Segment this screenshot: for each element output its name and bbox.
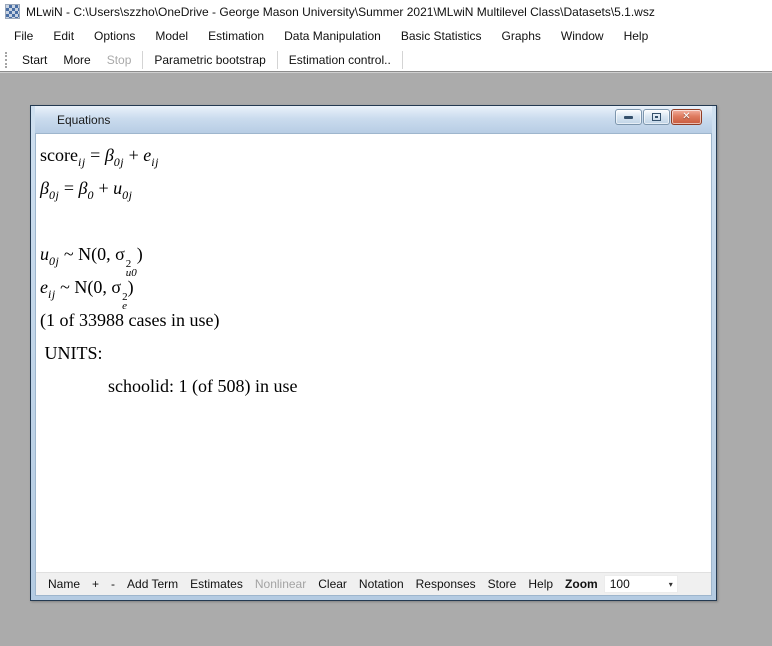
equation-line[interactable]: schoolid: 1 (of 508) in use <box>40 370 711 403</box>
zoom-value: 100 <box>610 577 630 591</box>
equations-toolbar: Name + - Add Term Estimates Nonlinear Cl… <box>36 572 711 595</box>
menu-edit[interactable]: Edit <box>43 25 84 47</box>
menu-graphs[interactable]: Graphs <box>492 25 551 47</box>
minimize-icon <box>624 116 633 119</box>
eq-nonlinear-button: Nonlinear <box>249 574 312 594</box>
toolbar-estimation-control-button[interactable]: Estimation control.. <box>281 50 399 70</box>
eq-store-button[interactable]: Store <box>482 574 523 594</box>
eq-zoom-label: Zoom <box>559 574 600 594</box>
toolbar-separator <box>142 51 143 69</box>
menu-estimation[interactable]: Estimation <box>198 25 274 47</box>
zoom-combobox[interactable]: 100 ▾ <box>604 575 678 593</box>
equation-line[interactable]: UNITS: <box>40 337 711 370</box>
equations-content: scoreij = β0j + eijβ0j = β0 + u0j u0j ~ N… <box>36 134 711 572</box>
toolbar-parametric-bootstrap-button[interactable]: Parametric bootstrap <box>146 50 273 70</box>
main-toolbar: Start More Stop Parametric bootstrap Est… <box>0 48 772 72</box>
eq-clear-button[interactable]: Clear <box>312 574 353 594</box>
equations-window-title: Equations <box>57 113 110 127</box>
close-icon: ✕ <box>682 112 690 122</box>
mlwin-app-icon <box>5 4 20 19</box>
equation-line[interactable]: u0j ~ N(0, σ2u0) <box>40 238 711 271</box>
mdi-workspace: Equations ✕ scoreij = β0j + eijβ0j = β0 … <box>0 74 772 646</box>
eq-notation-button[interactable]: Notation <box>353 574 410 594</box>
chevron-down-icon: ▾ <box>669 580 673 589</box>
maximize-button[interactable] <box>643 109 670 125</box>
menu-file[interactable]: File <box>4 25 43 47</box>
window-controls: ✕ <box>615 109 702 125</box>
eq-responses-button[interactable]: Responses <box>410 574 482 594</box>
eq-help-button[interactable]: Help <box>522 574 559 594</box>
maximize-icon <box>652 113 661 121</box>
eq-minus-button[interactable]: - <box>105 574 121 594</box>
equation-line[interactable] <box>40 205 711 238</box>
toolbar-separator <box>277 51 278 69</box>
toolbar-stop-button: Stop <box>99 50 140 70</box>
window-title: MLwiN - C:\Users\szzho\OneDrive - George… <box>26 5 655 19</box>
eq-add-term-button[interactable]: Add Term <box>121 574 184 594</box>
toolbar-separator <box>402 51 403 69</box>
close-button[interactable]: ✕ <box>671 109 702 125</box>
equations-client: scoreij = β0j + eijβ0j = β0 + u0j u0j ~ N… <box>35 133 712 596</box>
minimize-button[interactable] <box>615 109 642 125</box>
equations-window: Equations ✕ scoreij = β0j + eijβ0j = β0 … <box>30 105 717 601</box>
menu-window[interactable]: Window <box>551 25 614 47</box>
menu-help[interactable]: Help <box>614 25 659 47</box>
equation-line[interactable]: scoreij = β0j + eij <box>40 139 711 172</box>
eq-estimates-button[interactable]: Estimates <box>184 574 249 594</box>
eq-name-button[interactable]: Name <box>42 574 86 594</box>
equation-line[interactable]: (1 of 33988 cases in use) <box>40 304 711 337</box>
equation-line[interactable]: β0j = β0 + u0j <box>40 172 711 205</box>
equation-line[interactable]: eij ~ N(0, σ2e) <box>40 271 711 304</box>
toolbar-more-button[interactable]: More <box>55 50 98 70</box>
menu-options[interactable]: Options <box>84 25 145 47</box>
menu-model[interactable]: Model <box>145 25 198 47</box>
toolbar-start-button[interactable]: Start <box>14 50 55 70</box>
menu-basic-statistics[interactable]: Basic Statistics <box>391 25 492 47</box>
equations-titlebar[interactable]: Equations ✕ <box>35 106 712 133</box>
window-titlebar: MLwiN - C:\Users\szzho\OneDrive - George… <box>0 0 772 23</box>
eq-plus-button[interactable]: + <box>86 574 105 594</box>
toolbar-grip[interactable] <box>5 52 9 68</box>
menu-data-manipulation[interactable]: Data Manipulation <box>274 25 391 47</box>
menubar: File Edit Options Model Estimation Data … <box>0 23 772 48</box>
